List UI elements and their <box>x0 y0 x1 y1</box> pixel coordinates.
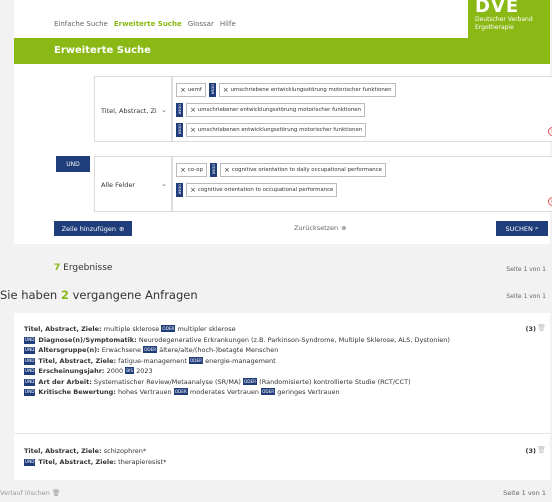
logo-line-1: Deutscher Verband <box>475 16 533 23</box>
und-badge: UND <box>24 368 36 375</box>
previous-pagination: Seite 1 von 1 <box>506 293 546 300</box>
term-chip[interactable]: × cognitive orientation to occupational p… <box>186 182 338 197</box>
close-icon[interactable]: × <box>190 186 196 194</box>
term-chip[interactable]: × cognitive orientation to daily occupati… <box>220 162 387 177</box>
oder-badge: ODER <box>210 162 218 177</box>
previous-queries-title: Sie haben 2 vergangene Anfragen <box>0 288 198 302</box>
search-button[interactable]: SUCHEN ⌕ <box>496 221 548 236</box>
results-count: 7 Ergebnisse <box>54 263 113 273</box>
term-chip[interactable]: × umschriebenen entwicklungsstörung motor… <box>186 122 367 137</box>
chevron-down-icon: ⌄ <box>161 180 167 188</box>
term-chip[interactable]: × uemf <box>176 82 206 97</box>
nav-einfache-suche[interactable]: Einfache Suche <box>54 20 108 28</box>
reset-button[interactable]: Zurücksetzen ⊗ <box>294 224 347 232</box>
logo-line-2: Ergotherapie <box>475 24 514 31</box>
close-icon[interactable]: × <box>223 86 229 94</box>
operator-badge[interactable]: UND <box>56 156 90 172</box>
search-row-1: Titel, Abstract, Zi ⌄ × uemf ODER × umschr… <box>54 76 552 142</box>
close-icon[interactable]: × <box>190 106 196 114</box>
trash-icon: 🗑 <box>51 489 61 497</box>
nav-erweiterte-suche[interactable]: Erweiterte Suche <box>114 20 182 28</box>
und-badge: UND <box>24 357 36 365</box>
term-line: × co-op ODER × cognitive orientation to da… <box>176 160 552 179</box>
term-line: ODER × cognitive orientation to occupatio… <box>176 180 552 199</box>
nav-hilfe[interactable]: Hilfe <box>220 20 236 28</box>
term-chip[interactable]: × co-op <box>176 162 208 177</box>
und-badge: UND <box>24 336 36 344</box>
und-badge: UND <box>24 389 36 396</box>
query-result-count: (3) <box>525 447 536 455</box>
clear-row-icon[interactable]: × <box>548 127 552 136</box>
logo-mark: DVE <box>475 0 520 17</box>
clear-row-icon[interactable]: × <box>548 197 552 206</box>
trash-icon[interactable]: 🗑 <box>537 324 546 332</box>
field-select-label: Alle Felder <box>101 181 136 189</box>
top-nav: Einfache Suche Erweiterte Suche Glossar … <box>54 20 236 28</box>
term-line: ODER × umschriebenen entwicklungsstörung … <box>176 120 552 139</box>
term-line: × uemf ODER × umschriebene entwicklungsstö… <box>176 80 552 99</box>
oder-badge: ODER <box>176 182 183 197</box>
terms-box-1[interactable]: × uemf ODER × umschriebene entwicklungsstö… <box>172 76 552 142</box>
clear-history-button[interactable]: Verlauf löschen 🗑 <box>0 489 60 497</box>
close-icon[interactable]: × <box>180 166 186 174</box>
history-query-1[interactable]: Titel, Abstract, Ziele: multiple skleros… <box>24 324 524 398</box>
oder-badge: ODER <box>176 102 183 117</box>
search-row-2: UND Alle Felder ⌄ × co-op ODER × cognitive… <box>54 156 552 212</box>
page-title: Erweiterte Suche <box>54 45 151 56</box>
field-select-1[interactable]: Titel, Abstract, Zi ⌄ <box>94 76 172 142</box>
search-panel: Titel, Abstract, Zi ⌄ × uemf ODER × umschr… <box>14 64 552 244</box>
history-divider <box>14 433 550 434</box>
oder-badge: ODER <box>176 122 183 137</box>
term-chip[interactable]: × umschriebene entwicklungsstörung motori… <box>218 82 396 97</box>
results-pagination: Seite 1 von 1 <box>506 266 546 273</box>
field-select-2[interactable]: Alle Felder ⌄ <box>94 156 172 212</box>
dve-logo[interactable]: DVE Deutscher Verband Ergotherapie <box>468 0 550 38</box>
field-select-label: Titel, Abstract, Zi <box>101 107 157 115</box>
term-chip[interactable]: × umschriebener entwicklungsstörung motor… <box>186 102 365 117</box>
add-row-button[interactable]: Zeile hinzufügen ⊕ <box>54 221 132 236</box>
und-badge: UND <box>24 347 36 354</box>
history-query-2[interactable]: Titel, Abstract, Ziele: schizophren* UND… <box>24 446 524 467</box>
page-header: Erweiterte Suche <box>14 38 550 64</box>
search-icon: ⌕ <box>534 224 539 232</box>
close-icon[interactable]: × <box>180 86 186 94</box>
plus-circle-icon: ⊕ <box>118 224 125 233</box>
oder-badge: ODER <box>208 82 216 97</box>
close-icon[interactable]: × <box>190 126 196 134</box>
trash-icon[interactable]: 🗑 <box>537 446 546 454</box>
close-circle-icon: ⊗ <box>341 224 347 232</box>
query-result-count: (3) <box>525 325 536 333</box>
close-icon[interactable]: × <box>224 166 230 174</box>
und-badge: UND <box>24 458 36 466</box>
top-bar: Einfache Suche Erweiterte Suche Glossar … <box>14 0 550 38</box>
terms-box-2[interactable]: × co-op ODER × cognitive orientation to da… <box>172 156 552 212</box>
query-history: Titel, Abstract, Ziele: multiple skleros… <box>14 313 550 480</box>
term-line: ODER × umschriebener entwicklungsstörung … <box>176 100 552 119</box>
chevron-down-icon: ⌄ <box>161 106 167 114</box>
nav-glossar[interactable]: Glossar <box>188 20 214 28</box>
und-badge: UND <box>24 378 36 386</box>
history-pagination: Seite 1 von 1 <box>503 489 546 497</box>
